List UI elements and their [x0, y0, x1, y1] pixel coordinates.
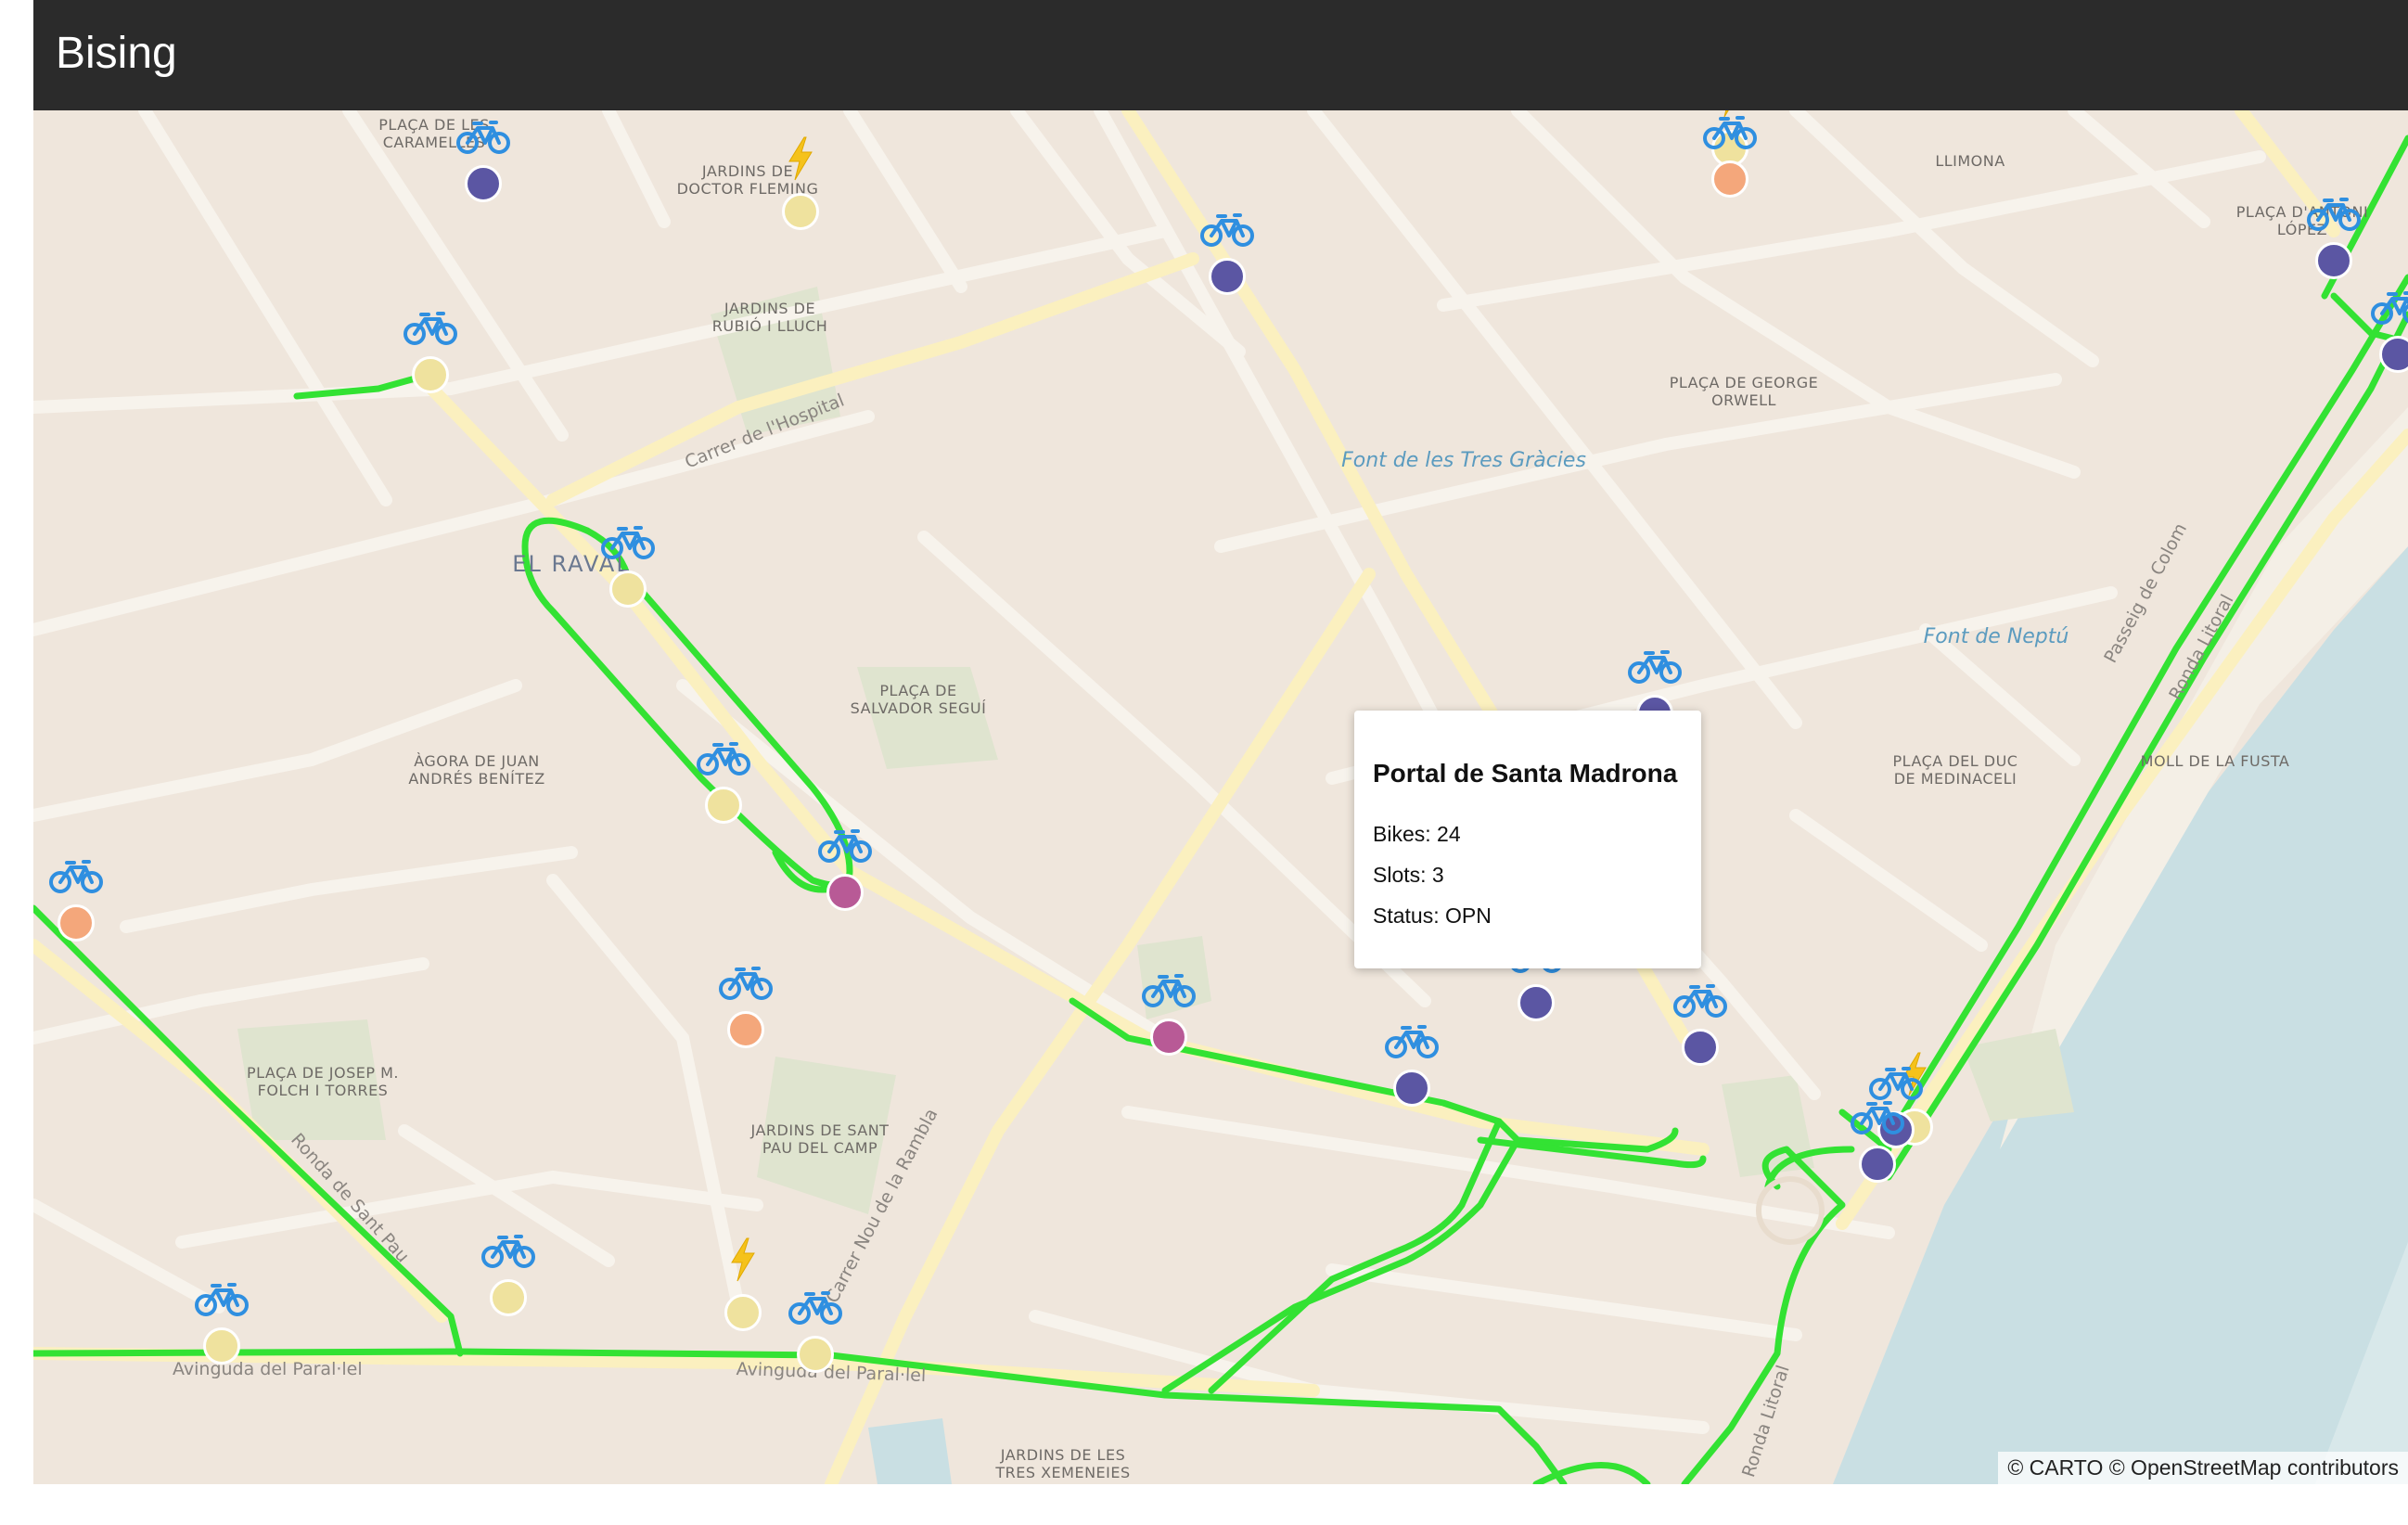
station-status-dot[interactable] [826, 874, 864, 911]
popup-status: Status: OPN [1373, 903, 1492, 928]
station-status-dot[interactable] [2315, 242, 2352, 279]
station-status-dot[interactable] [490, 1279, 527, 1316]
bike-icon [1199, 211, 1255, 249]
place-label: PLAÇA DE SALVADOR SEGUÍ [850, 682, 987, 717]
bike-icon [1850, 1099, 1905, 1136]
station-status-dot[interactable] [203, 1327, 240, 1365]
sea-area [1833, 546, 2408, 1484]
map-view[interactable]: PLAÇA DE LES CARAMELLES JARDINS DE DOCTOR F… [33, 110, 2408, 1484]
place-label: PLAÇA DE JOSEP M. FOLCH I TORRES [246, 1064, 400, 1099]
station-popup: Portal de Santa Madrona Bikes: 24 Slots:… [1354, 711, 1701, 968]
electric-bolt-icon [726, 1237, 760, 1283]
bike-icon [480, 1233, 536, 1270]
bike-icon [1141, 972, 1197, 1009]
electric-bolt-icon [784, 135, 817, 182]
bike-icon [2370, 289, 2408, 327]
station-status-dot[interactable] [797, 1336, 834, 1373]
station-status-dot[interactable] [1682, 1029, 1719, 1066]
station-status-dot[interactable] [782, 193, 819, 230]
app-title: Bising [56, 29, 177, 78]
place-label: MOLL DE LA FUSTA [2140, 752, 2290, 770]
fountain-label: Font de les Tres Gràcies [1341, 449, 1586, 472]
bike-icon [718, 965, 774, 1002]
popup-slots: Slots: 3 [1373, 863, 1444, 887]
bike-icon [403, 310, 458, 347]
station-status-dot[interactable] [1150, 1019, 1187, 1056]
station-status-dot[interactable] [412, 356, 449, 393]
place-label: PLAÇA DEL DUC DE MEDINACELI [1892, 752, 2018, 788]
popup-bikes: Bikes: 24 [1373, 822, 1461, 846]
station-status-dot[interactable] [1518, 984, 1555, 1021]
popup-title: Portal de Santa Madrona [1373, 759, 1678, 788]
place-label: PLAÇA DE GEORGE ORWELL [1669, 374, 1819, 409]
bike-icon [2306, 196, 2362, 233]
station-status-dot[interactable] [609, 570, 647, 608]
fountain-label: Font de Neptú [1923, 625, 2069, 648]
bike-icon [788, 1289, 843, 1326]
map-attribution[interactable]: © CARTO © OpenStreetMap contributors [1998, 1452, 2408, 1484]
station-status-dot[interactable] [58, 904, 95, 942]
place-label: LLIMONA [1935, 152, 2005, 170]
place-label: ÀGORA DE JUAN ANDRÉS BENÍTEZ [408, 752, 545, 788]
station-status-dot[interactable] [1859, 1146, 1896, 1183]
bike-icon [1672, 982, 1728, 1019]
station-status-dot[interactable] [705, 787, 742, 824]
station-status-dot[interactable] [727, 1011, 764, 1048]
map-basemap [33, 110, 2408, 1484]
bike-icon [194, 1281, 250, 1318]
bike-icon [1868, 1065, 1924, 1102]
bike-icon [455, 119, 511, 156]
bike-icon [817, 827, 873, 865]
bike-icon [600, 524, 656, 561]
bike-icon [1627, 648, 1683, 686]
place-label: JARDINS DE RUBIÓ I LLUCH [711, 300, 828, 335]
station-status-dot[interactable] [465, 165, 502, 202]
app-bar: Bising [33, 0, 2408, 110]
bike-icon [1384, 1023, 1440, 1060]
street-label: Avinguda del Paral·lel [173, 1359, 363, 1379]
place-label: JARDINS DE LES TRES XEMENEIES [995, 1446, 1131, 1481]
station-status-dot[interactable] [1393, 1070, 1430, 1107]
place-label: JARDINS DE SANT PAU DEL CAMP [750, 1121, 890, 1157]
station-status-dot[interactable] [724, 1294, 762, 1331]
bike-icon [696, 740, 751, 777]
bike-icon [48, 858, 104, 895]
bike-icon [1702, 114, 1758, 151]
station-status-dot[interactable] [1209, 258, 1246, 295]
station-status-dot[interactable] [1711, 160, 1748, 198]
